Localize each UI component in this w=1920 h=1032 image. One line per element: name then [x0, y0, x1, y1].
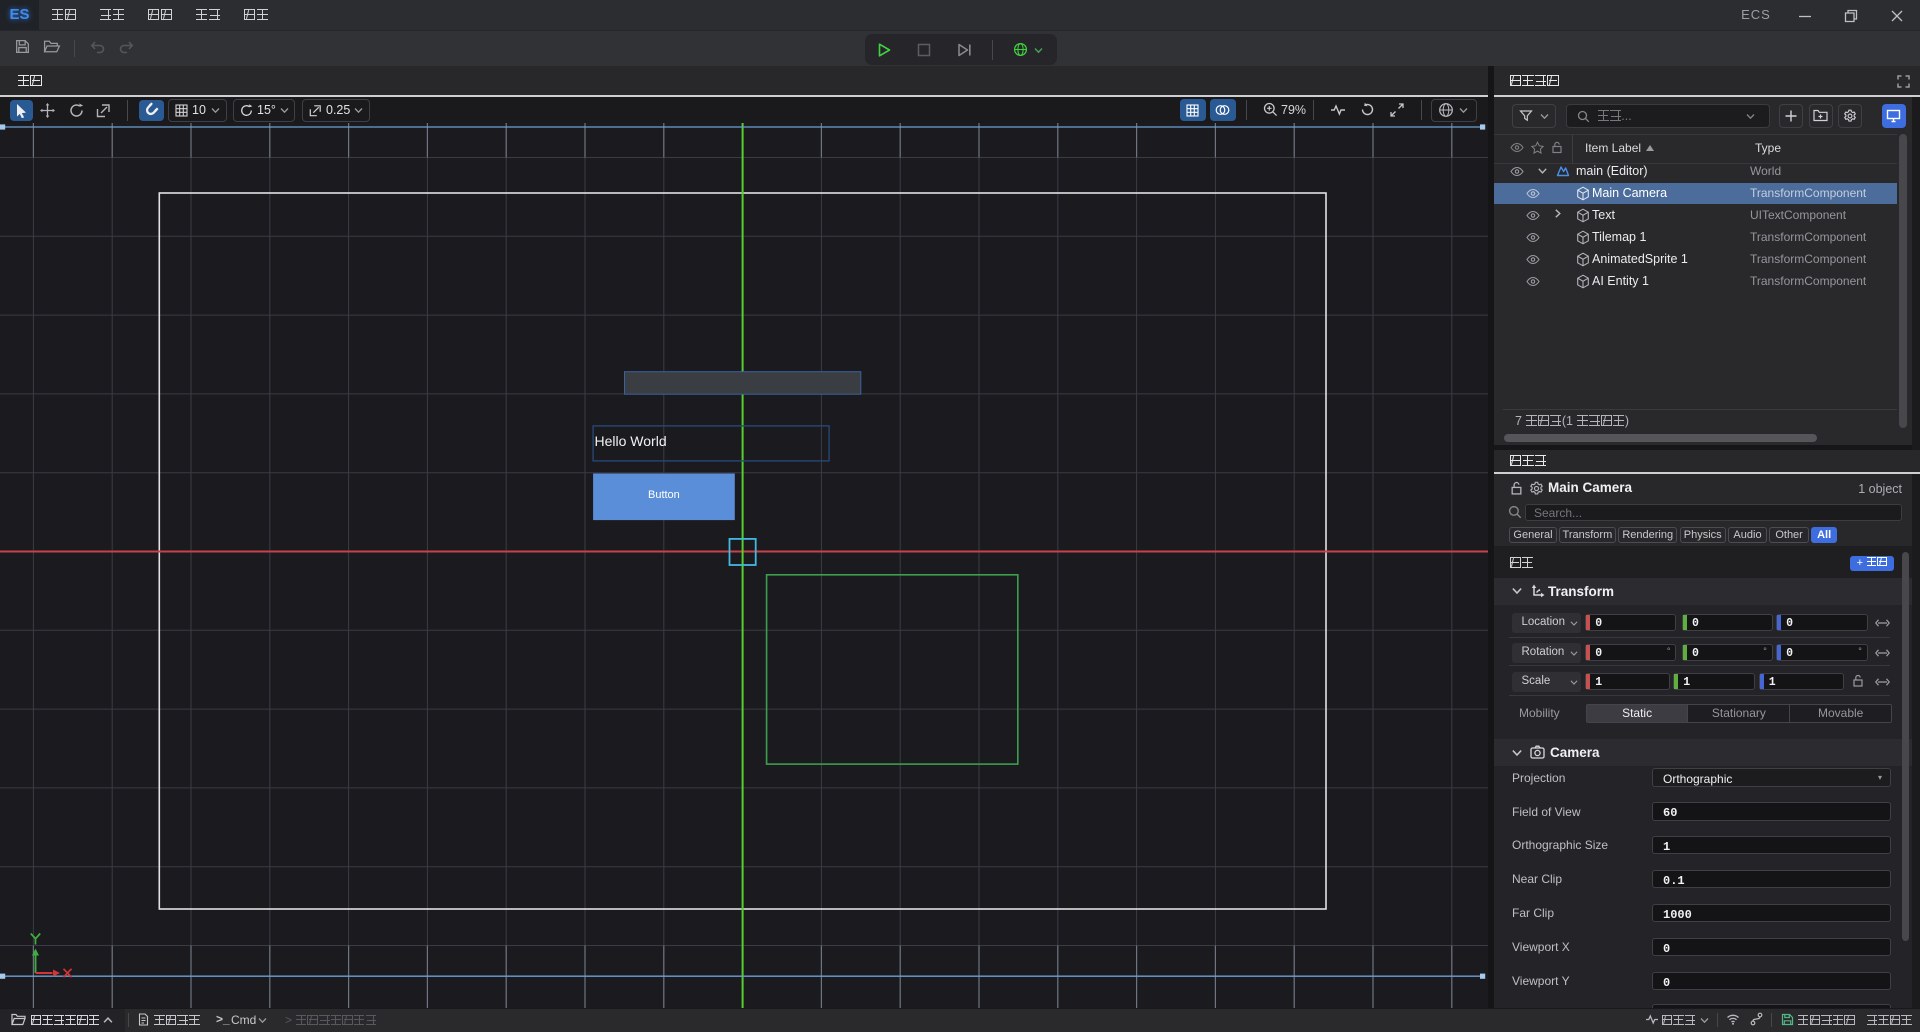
svg-text:Button: Button — [648, 489, 680, 501]
svg-text:Hello World: Hello World — [595, 433, 667, 449]
